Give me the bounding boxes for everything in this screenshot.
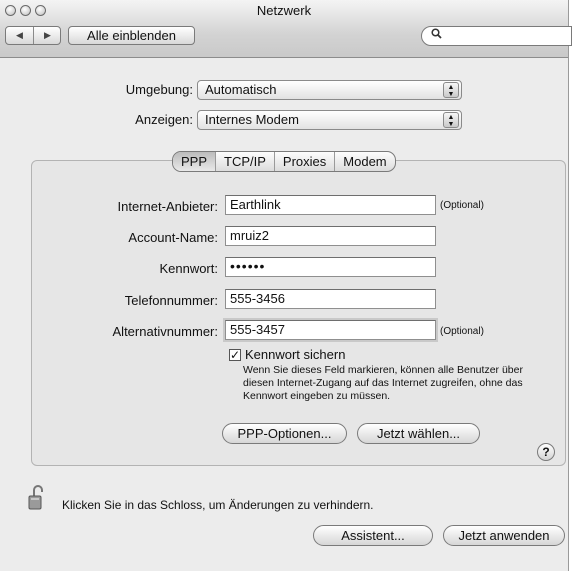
tab-tcpip[interactable]: TCP/IP (216, 152, 275, 171)
network-preferences-window: Netzwerk ◀ ▶ Alle einblenden Umgebung: A… (0, 0, 572, 571)
popup-arrows-icon: ▲ ▼ (443, 112, 459, 128)
alt-phone-label: Alternativnummer: (112, 324, 218, 339)
lock-icon[interactable] (28, 484, 44, 510)
search-input[interactable] (421, 26, 572, 46)
save-password-help-text: Wenn Sie dieses Feld markieren, können a… (243, 364, 523, 402)
dial-now-button[interactable]: Jetzt wählen... (357, 423, 480, 444)
alt-phone-optional-note: (Optional) (440, 326, 484, 337)
back-arrow-icon[interactable]: ◀ (6, 27, 33, 44)
password-label: Kennwort: (159, 261, 218, 276)
password-field[interactable]: •••••• (225, 257, 436, 277)
show-all-button[interactable]: Alle einblenden (68, 26, 195, 45)
settings-tabs: PPP TCP/IP Proxies Modem (172, 151, 396, 172)
help-button[interactable]: ? (537, 443, 555, 461)
tab-proxies[interactable]: Proxies (275, 152, 336, 171)
search-icon (431, 28, 442, 42)
phone-field[interactable]: 555-3456 (225, 289, 436, 309)
alt-phone-field[interactable]: 555-3457 (225, 320, 436, 340)
show-label: Anzeigen: (135, 112, 193, 127)
window-title: Netzwerk (256, 3, 312, 18)
tab-ppp[interactable]: PPP (173, 152, 217, 171)
provider-label: Internet-Anbieter: (117, 199, 218, 214)
show-popup[interactable]: Internes Modem ▲ ▼ (197, 110, 462, 130)
title-bar: Netzwerk ◀ ▶ Alle einblenden (0, 0, 572, 58)
account-field[interactable]: mruiz2 (225, 226, 436, 246)
forward-arrow-icon[interactable]: ▶ (34, 27, 61, 44)
account-label: Account-Name: (128, 230, 218, 245)
show-value: Internes Modem (205, 112, 299, 127)
tab-modem[interactable]: Modem (335, 152, 394, 171)
assistant-button[interactable]: Assistent... (313, 525, 433, 546)
provider-field[interactable]: Earthlink (225, 195, 436, 215)
back-forward-control: ◀ ▶ (5, 26, 61, 45)
apply-now-button[interactable]: Jetzt anwenden (443, 525, 565, 546)
save-password-checkbox[interactable]: ✓ (229, 349, 241, 361)
phone-label: Telefonnummer: (124, 293, 218, 308)
location-popup[interactable]: Automatisch ▲ ▼ (197, 80, 462, 100)
provider-optional-note: (Optional) (440, 200, 484, 211)
location-value: Automatisch (205, 82, 277, 97)
ppp-options-button[interactable]: PPP-Optionen... (222, 423, 347, 444)
location-label: Umgebung: (125, 82, 193, 97)
lock-hint-text: Klicken Sie in das Schloss, um Änderunge… (62, 498, 374, 512)
popup-arrows-icon: ▲ ▼ (443, 82, 459, 98)
save-password-label: Kennwort sichern (245, 347, 346, 362)
